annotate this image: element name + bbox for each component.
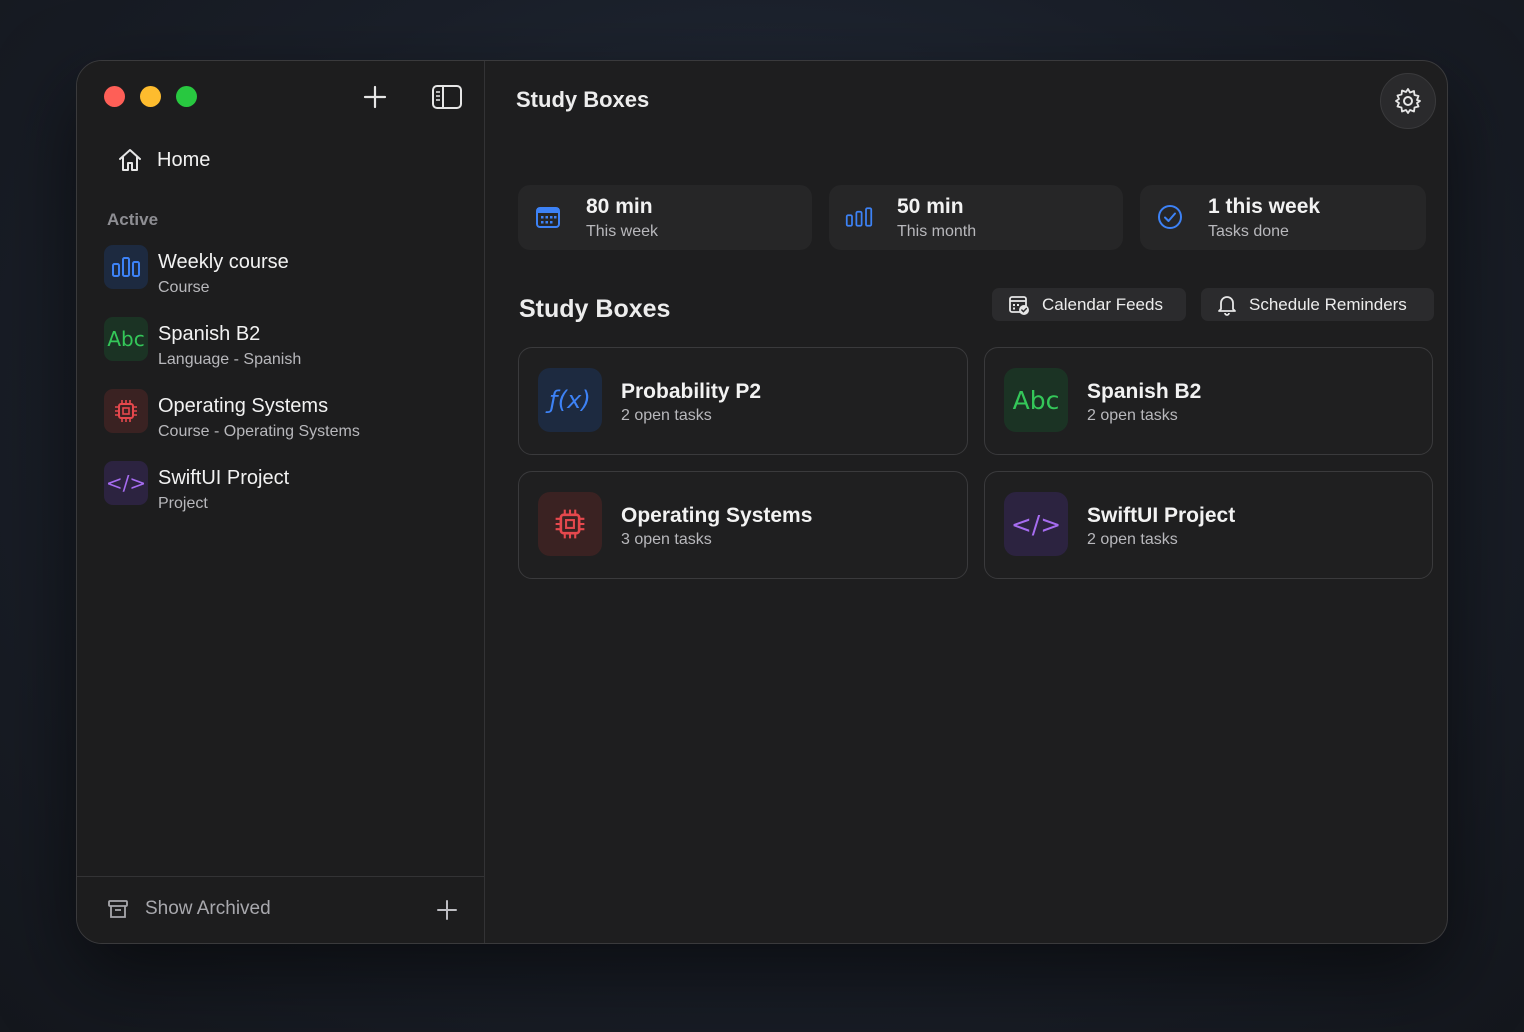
card-title: SwiftUI Project — [1087, 504, 1236, 527]
add-box-button[interactable] — [359, 81, 391, 113]
sidebar-item-subtitle: Language - Spanish — [158, 351, 302, 368]
sidebar-item-operating-systems[interactable]: Operating Systems Course - Operating Sys… — [104, 387, 464, 459]
sidebar-item-subtitle: Project — [158, 495, 208, 512]
calendar-feeds-label: Calendar Feeds — [1042, 294, 1163, 314]
stat-card-this-month: 50 min This month — [829, 185, 1123, 250]
study-box-card-operating-systems[interactable]: Operating Systems 3 open tasks — [518, 471, 968, 579]
settings-button[interactable] — [1380, 73, 1436, 129]
study-boxes-heading: Study Boxes — [519, 295, 671, 323]
sidebar-item-home[interactable]: Home — [117, 147, 210, 173]
sidebar-item-subtitle: Course — [158, 279, 210, 296]
study-box-card-spanish-b2[interactable]: Abc Spanish B2 2 open tasks — [984, 347, 1433, 455]
card-title: Operating Systems — [621, 504, 813, 527]
show-archived-label: Show Archived — [145, 898, 271, 919]
close-window-button[interactable] — [104, 86, 125, 107]
toggle-sidebar-button[interactable] — [431, 81, 463, 113]
sidebar: Home Active Weekly course Course Abc Spa… — [77, 61, 485, 943]
code-icon: </> — [1004, 492, 1068, 556]
stat-label: This month — [897, 223, 977, 240]
main-content: Study Boxes 80 min This week 50 min This… — [485, 61, 1447, 943]
sidebar-footer: Show Archived — [77, 876, 484, 943]
calendar-feeds-button[interactable]: Calendar Feeds — [992, 288, 1186, 321]
sidebar-item-title: Operating Systems — [158, 395, 329, 417]
stat-card-tasks-done: 1 this week Tasks done — [1140, 185, 1426, 250]
abc-icon: Abc — [104, 317, 148, 361]
checkmark-circle-icon — [1156, 203, 1184, 231]
house-icon — [119, 149, 141, 171]
card-subtitle: 3 open tasks — [621, 531, 712, 548]
home-label: Home — [157, 148, 211, 171]
code-icon: </> — [104, 461, 148, 505]
active-section-label: Active — [107, 210, 159, 229]
cpu-icon — [538, 492, 602, 556]
calendar-badge-icon — [1009, 295, 1029, 315]
stat-value: 80 min — [586, 195, 653, 218]
archive-box-icon — [108, 900, 128, 918]
page-title: Study Boxes — [516, 87, 650, 112]
stat-label: This week — [586, 223, 659, 240]
stat-label: Tasks done — [1208, 223, 1289, 240]
sidebar-list: Weekly course Course Abc Spanish B2 Lang… — [104, 243, 464, 531]
sidebar-toggle-icon — [432, 85, 462, 109]
bar-chart-icon — [104, 245, 148, 289]
function-icon: ƒ(x) — [538, 368, 602, 432]
minimize-window-button[interactable] — [140, 86, 161, 107]
card-title: Probability P2 — [621, 380, 762, 403]
card-subtitle: 2 open tasks — [1087, 407, 1178, 424]
schedule-reminders-button[interactable]: Schedule Reminders — [1201, 288, 1434, 321]
bell-icon — [1218, 295, 1236, 316]
card-title: Spanish B2 — [1087, 380, 1202, 403]
stat-value: 50 min — [897, 195, 964, 218]
zoom-window-button[interactable] — [176, 86, 197, 107]
sidebar-item-title: Weekly course — [158, 251, 289, 273]
footer-add-button[interactable] — [432, 895, 462, 925]
sidebar-item-spanish-b2[interactable]: Abc Spanish B2 Language - Spanish — [104, 315, 464, 387]
plus-icon — [437, 900, 457, 920]
card-subtitle: 2 open tasks — [1087, 531, 1178, 548]
study-box-card-swiftui-project[interactable]: </> SwiftUI Project 2 open tasks — [984, 471, 1433, 579]
gear-icon — [1395, 88, 1421, 114]
card-subtitle: 2 open tasks — [621, 407, 712, 424]
window-controls — [104, 86, 197, 107]
sidebar-item-title: Spanish B2 — [158, 323, 261, 345]
stat-card-this-week: 80 min This week — [518, 185, 812, 250]
sidebar-item-title: SwiftUI Project — [158, 467, 290, 489]
calendar-icon — [534, 203, 562, 231]
bar-chart-icon — [845, 203, 873, 231]
schedule-reminders-label: Schedule Reminders — [1249, 294, 1407, 314]
sidebar-item-swiftui-project[interactable]: </> SwiftUI Project Project — [104, 459, 464, 531]
abc-icon: Abc — [1004, 368, 1068, 432]
cpu-icon — [104, 389, 148, 433]
app-window: Home Active Weekly course Course Abc Spa… — [76, 60, 1448, 944]
plus-icon — [363, 85, 387, 109]
sidebar-item-subtitle: Course - Operating Systems — [158, 423, 360, 440]
sidebar-item-weekly-course[interactable]: Weekly course Course — [104, 243, 464, 315]
study-box-card-probability-p2[interactable]: ƒ(x) Probability P2 2 open tasks — [518, 347, 968, 455]
show-archived-button[interactable]: Show Archived — [107, 898, 271, 920]
stat-value: 1 this week — [1208, 195, 1321, 218]
